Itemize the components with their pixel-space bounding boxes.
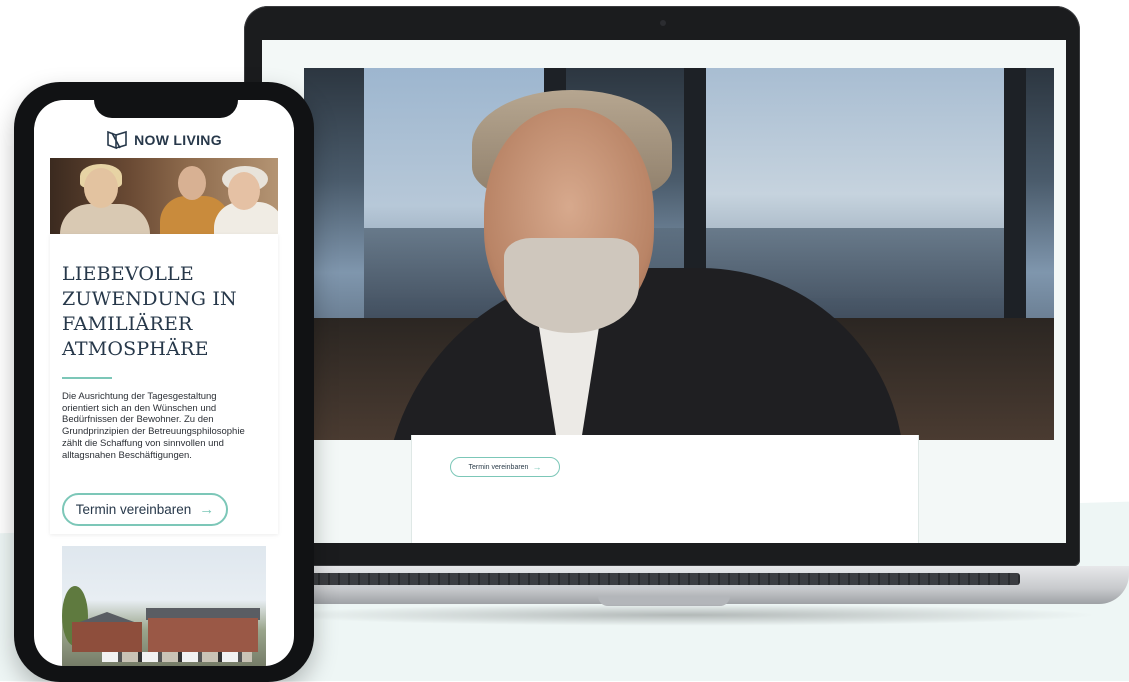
phone-notch: [94, 90, 238, 118]
laptop-shadow: [270, 604, 1100, 626]
seniors-photo: [50, 158, 278, 234]
title-line: LIEBEVOLLE: [62, 263, 194, 285]
phone-screen: NOW LIVING LIEBEVOLLE ZUWENDUNG IN FAMIL…: [34, 100, 294, 666]
accent-divider: [62, 377, 112, 379]
body-line: Die Ausrichtung der Tagesgestaltung: [62, 391, 217, 402]
person-shape: [60, 204, 150, 234]
button-label: Termin vereinbaren: [468, 463, 529, 471]
man-portrait-photo: [304, 68, 1054, 440]
body-text: Die Ausrichtung der Tagesgestaltung orie…: [62, 391, 272, 461]
keyboard: [300, 573, 1020, 585]
content-card: LIEBEVOLLE ZUWENDUNG IN FAMILIÄRER ATMOS…: [50, 234, 278, 534]
body-line: Bedürfnissen der Bewohner. Zu den: [62, 414, 214, 426]
book-appointment-button[interactable]: Termin vereinbaren →: [62, 493, 228, 526]
site-header[interactable]: NOW LIVING: [34, 120, 294, 160]
laptop-screen: Termin vereinbaren →: [262, 40, 1066, 543]
building-photo: [62, 546, 266, 666]
button-label: Termin vereinbaren: [75, 502, 192, 517]
arrow-right-icon: →: [199, 501, 215, 518]
person-shape: [228, 172, 260, 210]
man-beard: [504, 238, 639, 333]
parked-cars: [102, 652, 252, 662]
body-line: Grundprinzipien der Betreuungsphilosophi…: [62, 426, 245, 438]
person-shape: [178, 166, 206, 200]
building-shape: [72, 622, 142, 652]
camera-dot: [660, 20, 666, 26]
building-shape: [148, 618, 258, 652]
logo-text: NOW LIVING: [134, 132, 222, 148]
body-line: orientiert sich an den Wünschen und: [62, 402, 217, 414]
content-card: Termin vereinbaren →: [411, 435, 919, 543]
book-icon: [107, 130, 127, 150]
body-line: alltagsnahen Beschäftigungen.: [62, 449, 192, 461]
title-line: ATMOSPHÄRE: [62, 338, 209, 360]
arrow-right-icon: →: [532, 462, 542, 472]
body-line: zählt die Schaffung von sinnvollen und: [62, 437, 224, 449]
title-line: ZUWENDUNG IN: [62, 288, 237, 310]
book-appointment-button[interactable]: Termin vereinbaren →: [450, 457, 560, 477]
section-title: LIEBEVOLLE ZUWENDUNG IN FAMILIÄRER ATMOS…: [62, 262, 272, 362]
title-line: FAMILIÄRER: [62, 313, 193, 335]
person-shape: [84, 168, 118, 208]
